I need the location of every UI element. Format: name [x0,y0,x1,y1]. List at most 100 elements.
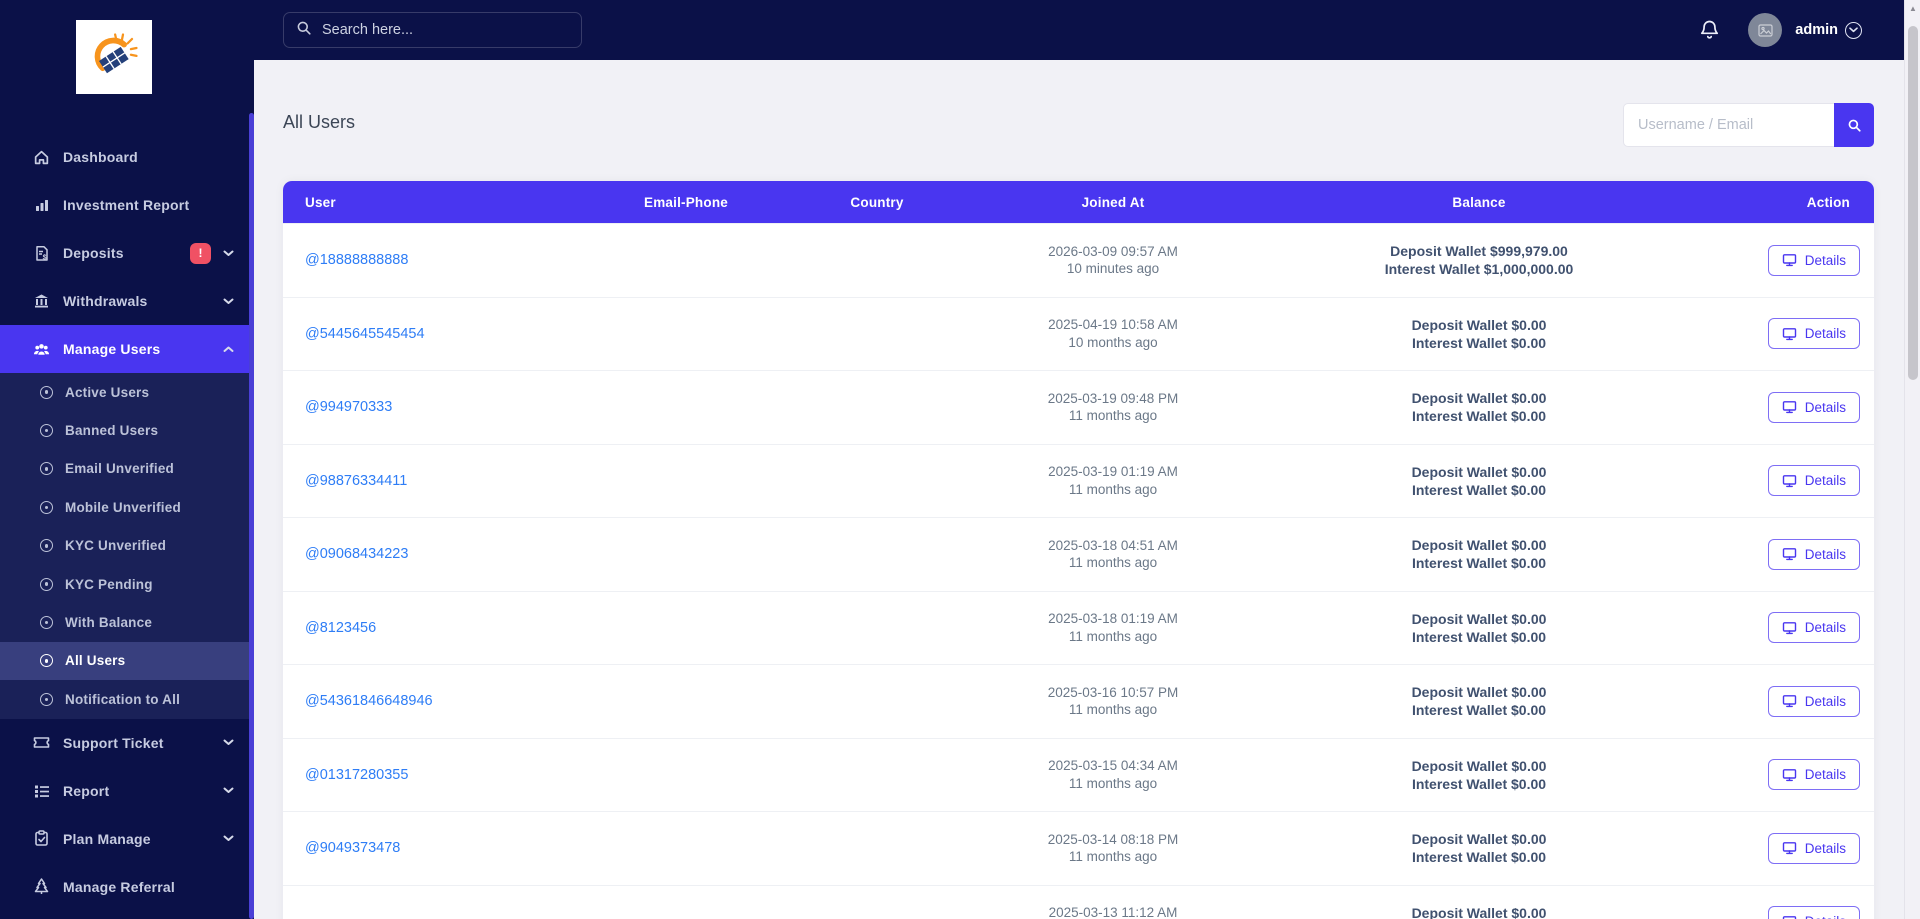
table-row: @9049373478 2025-03-14 08:18 PM 11 month… [283,811,1874,885]
ticket-icon [33,734,50,751]
sidebar-item-withdrawals[interactable]: Withdrawals [0,277,254,325]
details-button[interactable]: Details [1767,391,1860,423]
user-cell: @8123456 [283,619,573,637]
details-label: Details [1804,767,1846,783]
deposits-alert-badge: ! [190,242,211,264]
admin-avatar[interactable] [1748,13,1783,47]
brand-logo[interactable] [76,20,152,94]
username-link[interactable]: @01317280355 [305,767,408,783]
details-button[interactable]: Details [1767,832,1860,864]
sidebar-subitem-with-balance[interactable]: With Balance [0,603,254,641]
sidebar-item-deposits[interactable]: $ Deposits ! [0,229,254,277]
dot-circle-icon [40,462,53,476]
bar-chart-icon [33,197,50,214]
sidebar-item-report[interactable]: Report [0,767,254,815]
sidebar-item-support-ticket[interactable]: Support Ticket [0,719,254,767]
page-scrollbar[interactable]: ▲ [1904,0,1920,919]
joined-date: 2026-03-09 09:57 AM [1048,243,1178,259]
sidebar-item-plan-manage[interactable]: Plan Manage [0,815,254,863]
global-search-input[interactable] [322,22,562,38]
details-label: Details [1804,620,1846,636]
monitor-icon [1782,842,1796,855]
sidebar-subitem-kyc-unverified[interactable]: KYC Unverified [0,527,254,565]
details-button[interactable]: Details [1767,612,1860,644]
scrollbar-up-arrow[interactable]: ▲ [1905,4,1920,13]
admin-username[interactable]: admin [1795,22,1838,38]
chevron-down-icon [223,835,234,842]
manage-users-submenu: Active Users Banned Users Email Unverifi… [0,373,254,719]
user-cell: @9049373478 [283,839,573,857]
table-row: @18888888888 2026-03-09 09:57 AM 10 minu… [283,223,1874,297]
joined-at-cell: 2025-03-18 04:51 AM 11 months ago [955,537,1271,572]
sidebar-subitem-active-users[interactable]: Active Users [0,373,254,411]
sidebar-item-investment-report[interactable]: Investment Report [0,181,254,229]
username-link[interactable]: @9049373478 [305,840,400,856]
dot-circle-icon [40,654,53,668]
chevron-down-icon [223,250,234,257]
joined-at-cell: 2025-03-13 11:12 AM [955,904,1271,919]
filter-search-button[interactable] [1834,103,1874,147]
username-link[interactable]: @98876334411 [305,473,407,489]
joined-at-cell: 2025-03-19 01:19 AM 11 months ago [955,463,1271,498]
deposit-wallet-amount: Deposit Wallet $0.00 [1411,831,1547,848]
joined-date: 2025-03-14 08:18 PM [1047,831,1179,847]
chevron-down-icon [223,298,234,305]
users-table-card: User Email-Phone Country Joined At Balan… [283,181,1874,919]
username-link[interactable]: @18888888888 [305,252,408,268]
page-scrollbar-thumb[interactable] [1907,26,1918,380]
column-header-email-phone: Email-Phone [644,194,728,210]
balance-cell: Deposit Wallet $0.00 Interest Wallet $0.… [1271,316,1687,352]
dot-circle-icon [40,577,53,591]
joined-relative-time: 11 months ago [1068,481,1158,497]
action-cell: Details [1687,906,1874,919]
joined-at-cell: 2025-03-16 10:57 PM 11 months ago [955,684,1271,719]
user-cell: @5445645545454 [283,325,573,343]
notifications-bell-icon[interactable] [1699,19,1720,41]
sidebar-item-manage-users[interactable]: Manage Users [0,325,254,373]
user-filter [1623,103,1874,147]
interest-wallet-amount: Interest Wallet $0.00 [1411,408,1547,425]
action-cell: Details [1687,685,1874,717]
dot-circle-icon [40,539,53,553]
joined-date: 2025-03-19 01:19 AM [1048,464,1178,480]
username-link[interactable]: @09068434223 [305,546,408,562]
main-content: All Users User Email-Phone Country Joine… [254,60,1920,919]
sidebar-item-label: Manage Referral [63,878,175,895]
sidebar-subitem-all-users[interactable]: All Users [0,641,254,681]
details-button[interactable]: Details [1767,759,1860,791]
details-button[interactable]: Details [1767,465,1860,497]
sidebar-subitem-kyc-pending[interactable]: KYC Pending [0,565,254,603]
interest-wallet-amount: Interest Wallet $0.00 [1411,555,1547,572]
column-header-balance: Balance [1452,194,1506,210]
joined-date: 2025-03-15 04:34 AM [1048,758,1178,774]
balance-cell: Deposit Wallet $0.00 Interest Wallet $0.… [1271,463,1687,499]
username-link[interactable]: @54361846648946 [305,693,433,709]
details-button[interactable]: Details [1767,685,1860,717]
details-button[interactable]: Details [1767,318,1860,350]
user-cell: @994970333 [283,398,573,416]
username-link[interactable]: @994970333 [305,399,392,415]
deposit-wallet-amount: Deposit Wallet $0.00 [1411,684,1547,701]
sidebar-item-dashboard[interactable]: Dashboard [0,133,254,181]
sidebar-item-manage-referral[interactable]: Manage Referral [0,863,254,911]
deposit-wallet-amount: Deposit Wallet $0.00 [1411,904,1547,919]
username-email-filter-input[interactable] [1623,103,1834,147]
sidebar-subitem-mobile-unverified[interactable]: Mobile Unverified [0,488,254,526]
details-button[interactable]: Details [1767,538,1860,570]
username-link[interactable]: @5445645545454 [305,326,425,342]
sidebar-item-label: Manage Users [63,341,161,357]
sidebar-subitem-email-unverified[interactable]: Email Unverified [0,450,254,488]
account-chevron-icon[interactable] [1845,21,1862,39]
details-button[interactable]: Details [1767,906,1860,919]
sidebar-subitem-banned-users[interactable]: Banned Users [0,411,254,449]
global-search-box [283,12,582,48]
action-cell: Details [1687,612,1874,644]
app-root: Dashboard Investment Report $ Deposits ! [0,0,1920,919]
sidebar-scrollbar-thumb[interactable] [249,113,254,919]
dot-circle-icon [40,424,53,438]
balance-cell: Deposit Wallet $0.00 Interest Wallet $0.… [1271,389,1687,425]
details-label: Details [1804,840,1846,856]
sidebar-subitem-notification-to-all[interactable]: Notification to All [0,680,254,718]
details-button[interactable]: Details [1767,244,1860,276]
username-link[interactable]: @8123456 [305,620,376,636]
